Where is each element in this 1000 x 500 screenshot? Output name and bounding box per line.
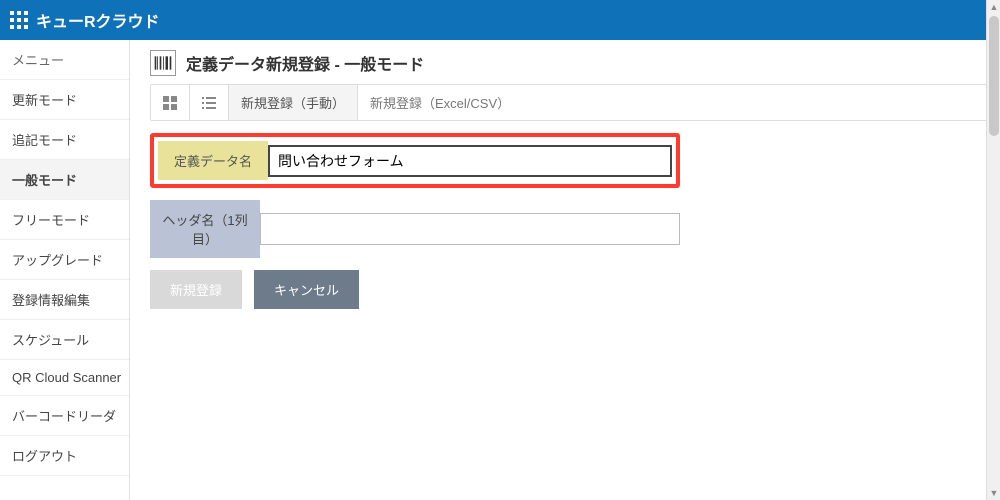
app-title: キューRクラウド (36, 8, 160, 32)
tab-excel-register[interactable]: 新規登録（Excel/CSV） (358, 85, 987, 120)
barcode-icon (150, 50, 176, 76)
definition-name-label: 定義データ名 (158, 141, 268, 180)
sidebar-item-6[interactable]: スケジュール (0, 320, 129, 360)
header-name-row: ヘッダ名（1列目） (150, 200, 680, 258)
sidebar-item-5[interactable]: 登録情報編集 (0, 280, 129, 320)
tab-manual-register[interactable]: 新規登録（手動） (229, 85, 358, 120)
view-list-button[interactable] (190, 85, 229, 120)
header-name-input[interactable] (260, 213, 680, 245)
sidebar-item-3[interactable]: フリーモード (0, 200, 129, 240)
sidebar-menu-label: メニュー (0, 40, 129, 80)
definition-name-row: 定義データ名 (150, 133, 680, 188)
scrollbar-thumb[interactable] (989, 16, 999, 136)
sidebar-item-1[interactable]: 追記モード (0, 120, 129, 160)
sidebar-item-7[interactable]: QR Cloud Scanner (0, 360, 129, 396)
topbar: キューRクラウド (0, 0, 1000, 40)
sidebar: メニュー 更新モード追記モード一般モードフリーモードアップグレード登録情報編集ス… (0, 40, 130, 500)
sidebar-item-2[interactable]: 一般モード (0, 160, 129, 200)
vertical-scrollbar[interactable]: ▲ ▼ (986, 0, 1000, 500)
sidebar-item-8[interactable]: バーコードリーダ (0, 396, 129, 436)
cancel-button[interactable]: キャンセル (254, 270, 359, 309)
scroll-up-arrow-icon[interactable]: ▲ (987, 0, 1000, 14)
view-grid-button[interactable] (151, 85, 190, 120)
page-title: 定義データ新規登録 - 一般モード (186, 51, 424, 75)
toolbar: 新規登録（手動） 新規登録（Excel/CSV） (150, 84, 988, 121)
submit-button[interactable]: 新規登録 (150, 270, 242, 309)
sidebar-item-0[interactable]: 更新モード (0, 80, 129, 120)
definition-name-input[interactable] (268, 145, 672, 177)
sidebar-item-9[interactable]: ログアウト (0, 436, 129, 476)
page-header: 定義データ新規登録 - 一般モード (150, 50, 988, 76)
header-name-label: ヘッダ名（1列目） (150, 200, 260, 258)
main-content: 定義データ新規登録 - 一般モード 新規登録（手動） 新規登録（Excel/CS… (130, 40, 1000, 500)
form-actions: 新規登録 キャンセル (150, 270, 988, 309)
sidebar-item-4[interactable]: アップグレード (0, 240, 129, 280)
apps-grid-icon[interactable] (10, 11, 28, 29)
scroll-down-arrow-icon[interactable]: ▼ (987, 486, 1000, 500)
